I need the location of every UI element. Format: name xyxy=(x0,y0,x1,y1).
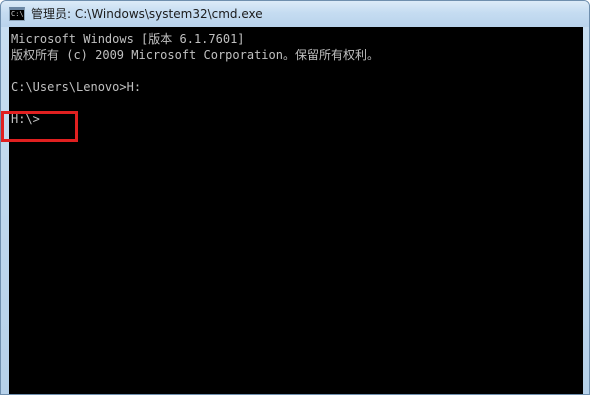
window-title: 管理员: C:\Windows\system32\cmd.exe xyxy=(31,7,263,21)
console-line-blank xyxy=(11,95,379,111)
console-line-copyright: 版权所有 (c) 2009 Microsoft Corporation。保留所有… xyxy=(11,48,379,62)
console-line-command: C:\Users\Lenovo>H: xyxy=(11,80,142,94)
console-line-version: Microsoft Windows [版本 6.1.7601] xyxy=(11,32,245,46)
cmd-window: C:\ 管理员: C:\Windows\system32\cmd.exe Mic… xyxy=(0,0,590,395)
cmd-icon[interactable]: C:\ xyxy=(9,7,25,21)
highlight-box xyxy=(1,111,78,142)
console-output[interactable]: Microsoft Windows [版本 6.1.7601] 版权所有 (c)… xyxy=(9,27,583,394)
title-bar[interactable]: C:\ 管理员: C:\Windows\system32\cmd.exe xyxy=(1,1,589,27)
console-line-blank xyxy=(11,63,379,79)
